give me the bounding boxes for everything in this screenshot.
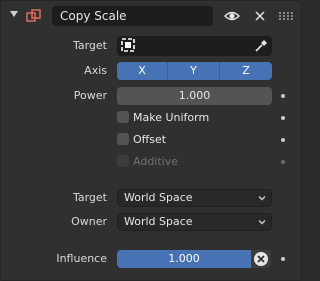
drag-handle-icon[interactable] (279, 12, 293, 20)
target-space-value: World Space (124, 191, 193, 204)
axis-toggle-group: X Y Z (117, 62, 272, 80)
chevron-down-icon (258, 196, 266, 201)
owner-space-dropdown[interactable]: World Space (117, 213, 272, 231)
constraint-header: Copy Scale (1, 1, 301, 31)
influence-keyframe-dot[interactable] (281, 257, 285, 261)
object-icon (121, 38, 135, 52)
make-uniform-checkbox[interactable] (117, 111, 129, 123)
power-label: Power (73, 89, 107, 102)
offset-label: Offset (133, 133, 167, 146)
owner-space-label: Owner (71, 215, 107, 228)
axis-label: Axis (84, 64, 107, 77)
additive-keyframe-dot (281, 160, 285, 164)
target-label: Target (72, 39, 107, 52)
influence-slider[interactable]: 1.000 (117, 250, 251, 268)
constraint-icon (26, 9, 41, 22)
constraint-panel: Copy Scale Target Axis X Y Z Power 1.000… (0, 0, 302, 281)
owner-space-value: World Space (124, 215, 193, 228)
x-circle-icon (254, 252, 268, 266)
eyedropper-icon[interactable] (254, 39, 268, 53)
target-object-field[interactable] (117, 36, 272, 56)
additive-label: Additive (133, 155, 178, 168)
collapse-arrow-icon[interactable] (10, 11, 18, 17)
constraint-name-field[interactable]: Copy Scale (52, 6, 213, 26)
axis-y-toggle[interactable]: Y (168, 62, 220, 80)
offset-keyframe-dot[interactable] (281, 138, 285, 142)
eye-icon[interactable] (224, 9, 240, 23)
make-uniform-keyframe-dot[interactable] (281, 116, 285, 120)
target-space-label: Target (72, 191, 107, 204)
power-field[interactable]: 1.000 (117, 87, 272, 105)
axis-z-toggle[interactable]: Z (220, 62, 272, 80)
make-uniform-label: Make Uniform (133, 111, 210, 124)
additive-checkbox (117, 155, 129, 167)
influence-label: Influence (56, 252, 107, 265)
axis-x-toggle[interactable]: X (117, 62, 168, 80)
target-space-dropdown[interactable]: World Space (117, 189, 272, 207)
offset-checkbox[interactable] (117, 133, 129, 145)
close-icon[interactable] (253, 9, 267, 23)
chevron-down-icon (258, 220, 266, 225)
influence-clear-button[interactable] (251, 250, 271, 268)
power-keyframe-dot[interactable] (281, 94, 285, 98)
